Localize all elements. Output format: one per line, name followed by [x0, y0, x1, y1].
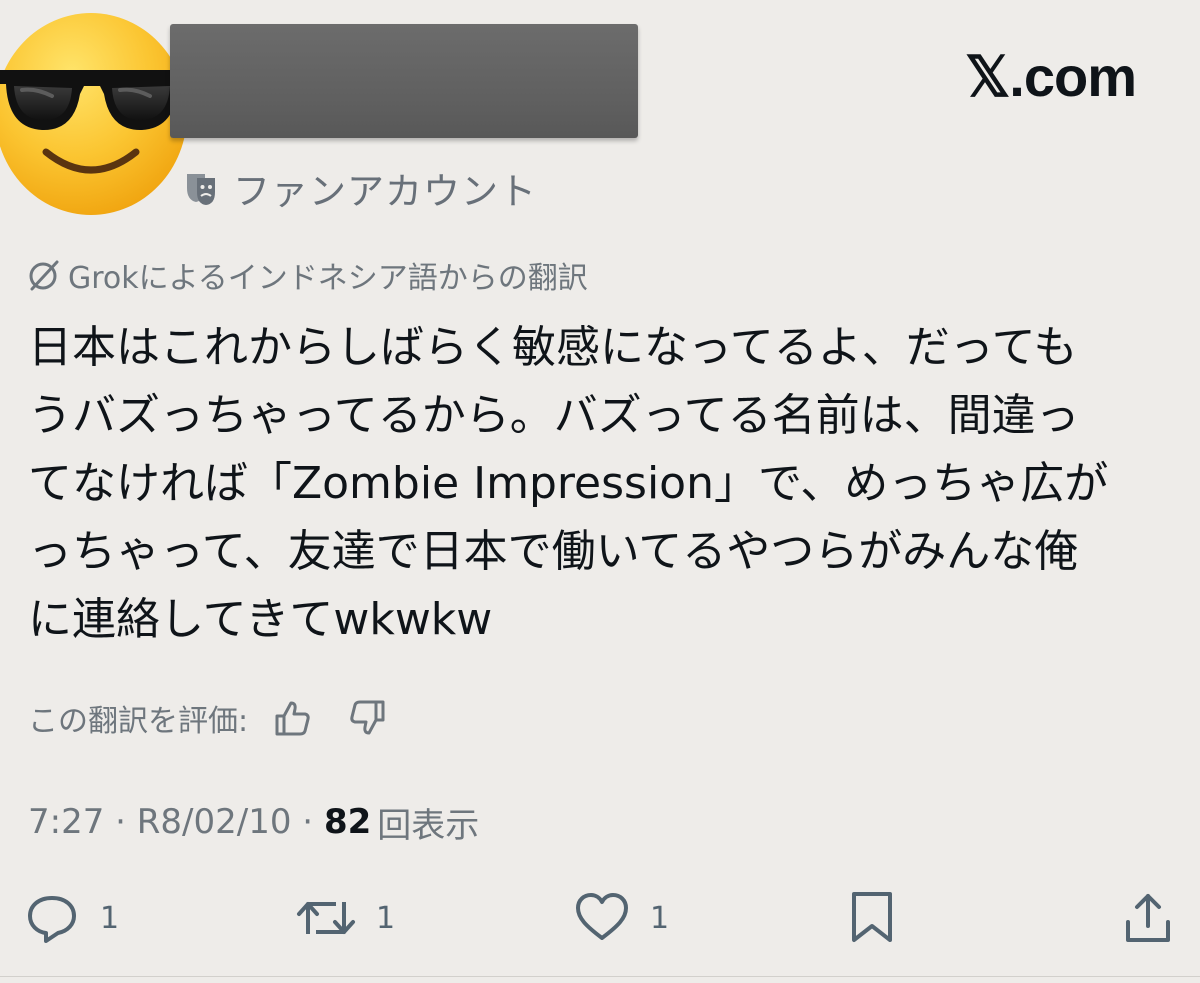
post-date: R8/02/10 — [136, 802, 292, 842]
theater-mask-icon — [187, 174, 215, 205]
translation-notice: Grokによるインドネシア語からの翻訳 — [26, 254, 588, 296]
sunglasses-emoji-icon — [0, 13, 188, 215]
reply-count: 1 — [100, 900, 120, 936]
account-label: ファンアカウント — [183, 166, 537, 213]
meta-separator: · — [104, 802, 137, 842]
post-meta: 7:27 · R8/02/10 · 82 回表示 — [28, 798, 479, 846]
repost-icon — [297, 902, 355, 934]
thumbs-down-button[interactable] — [346, 696, 390, 740]
bookmark-button[interactable] — [848, 890, 896, 946]
grok-slash-icon — [29, 260, 59, 291]
post-text: 日本はこれからしばらく敏感になってるよ、だっても うバズっちゃってるから。バズっ… — [28, 322, 1109, 645]
repost-button[interactable]: 1 — [296, 890, 395, 946]
thumbs-up-button[interactable] — [270, 696, 314, 740]
reply-icon — [28, 896, 76, 943]
like-button[interactable]: 1 — [574, 890, 669, 946]
brand-logo: 𝕏.com — [965, 45, 1137, 108]
account-label-text: ファンアカウント — [233, 170, 537, 213]
avatar[interactable] — [0, 10, 190, 218]
thumbs-up-icon — [275, 701, 310, 736]
rate-translation: この翻訳を評価: — [28, 696, 422, 740]
display-name-redacted — [170, 24, 638, 138]
meta-separator: · — [291, 802, 324, 842]
like-count: 1 — [650, 900, 670, 936]
reply-button[interactable]: 1 — [24, 890, 119, 946]
bookmark-icon — [852, 892, 892, 942]
views-label: 回表示 — [377, 805, 480, 846]
translation-notice-text: Grokによるインドネシア語からの翻訳 — [68, 261, 588, 296]
repost-count: 1 — [376, 900, 396, 936]
views-count[interactable]: 82 — [324, 802, 371, 842]
share-button[interactable] — [1120, 890, 1176, 946]
rate-translation-label: この翻訳を評価: — [28, 704, 249, 739]
post-time: 7:27 — [28, 802, 105, 842]
heart-icon — [576, 893, 628, 940]
thumbs-down-icon — [350, 700, 385, 735]
divider — [0, 976, 1200, 977]
share-icon — [1126, 894, 1170, 942]
